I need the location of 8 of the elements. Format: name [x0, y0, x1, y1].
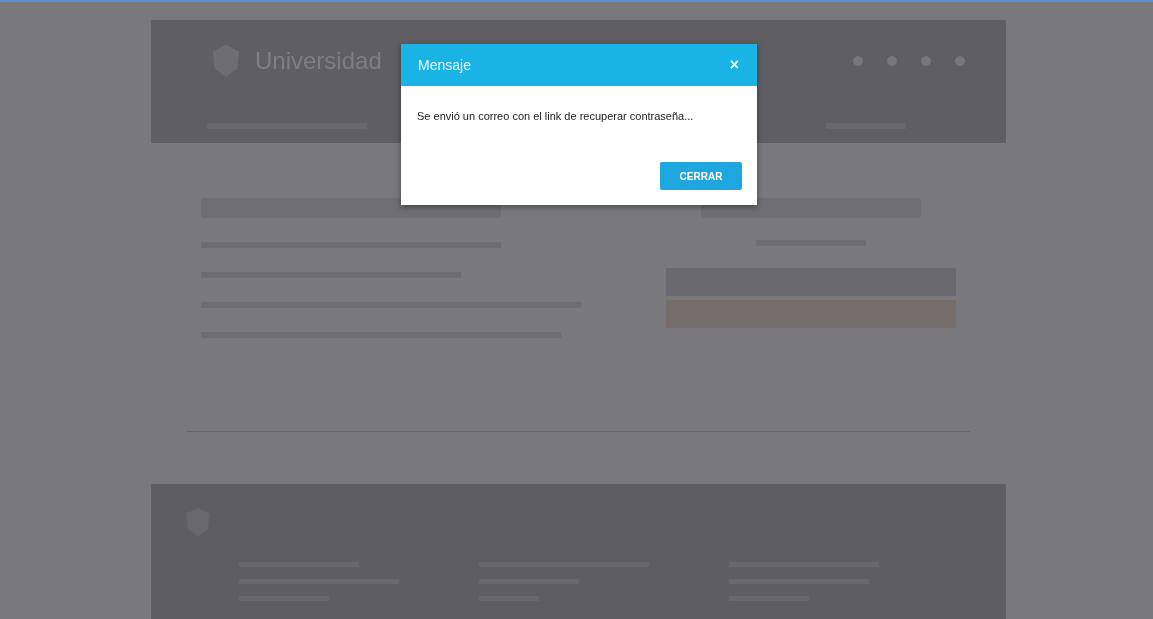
close-dialog-button[interactable]: CERRAR [660, 162, 742, 190]
social-icon[interactable] [920, 55, 932, 67]
close-button[interactable]: × [725, 56, 743, 74]
social-icon[interactable] [954, 55, 966, 67]
dialog-message: Se envió un correo con el link de recuperar contraseña... [417, 110, 695, 122]
social-icon[interactable] [852, 55, 864, 67]
dialog-title: Mensaje [418, 57, 471, 73]
social-icon[interactable] [886, 55, 898, 67]
